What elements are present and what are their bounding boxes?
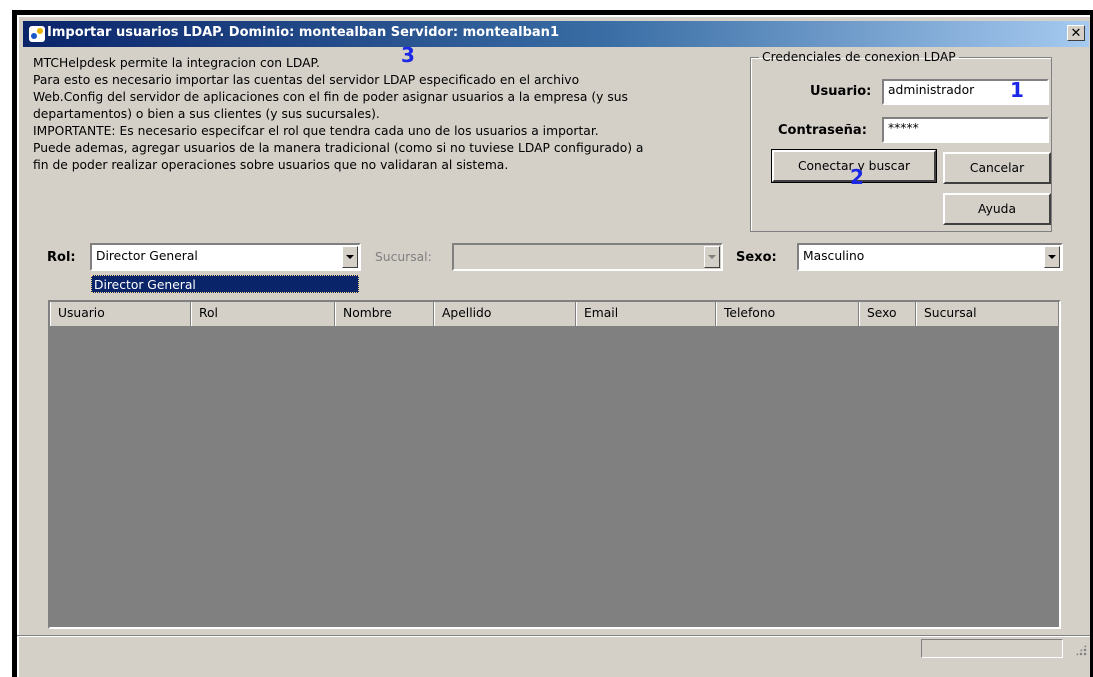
info-text: MTCHelpdesk permite la integracion con L… xyxy=(33,55,753,174)
info-line: Puede ademas, agregar usuarios de la man… xyxy=(33,141,644,155)
rol-value: Director General xyxy=(96,249,198,263)
rol-dropdown-option[interactable]: Director General xyxy=(91,275,359,293)
app-icon xyxy=(29,26,45,42)
annotation-1: 1 xyxy=(1010,78,1024,102)
annotation-3: 3 xyxy=(401,43,415,67)
column-header-telefono[interactable]: Telefono xyxy=(716,302,859,326)
info-line: Para esto es necesario importar las cuen… xyxy=(33,73,580,87)
info-line: departamentos) o bien a sus clientes (y … xyxy=(33,107,380,121)
password-input[interactable]: ***** xyxy=(882,117,1049,143)
status-panel xyxy=(921,639,1063,658)
close-icon: ✕ xyxy=(1070,26,1082,41)
column-header-apellido[interactable]: Apellido xyxy=(434,302,576,326)
user-input[interactable]: administrador xyxy=(882,79,1049,105)
sucursal-label: Sucursal: xyxy=(375,250,432,264)
status-bar xyxy=(17,635,1091,658)
credentials-legend: Credenciales de conexion LDAP xyxy=(762,50,956,64)
sexo-label: Sexo: xyxy=(736,250,777,265)
sexo-select[interactable]: Masculino xyxy=(797,243,1063,271)
close-button[interactable]: ✕ xyxy=(1067,25,1085,41)
column-header-nombre[interactable]: Nombre xyxy=(335,302,434,326)
grid-header: Usuario Rol Nombre Apellido Email Telefo… xyxy=(50,302,1059,326)
rol-label: Rol: xyxy=(47,250,76,265)
info-line: fin de poder realizar operaciones sobre … xyxy=(33,158,509,172)
help-button[interactable]: Ayuda xyxy=(943,193,1051,225)
cancel-button[interactable]: Cancelar xyxy=(943,152,1051,184)
resize-grip-icon[interactable] xyxy=(1075,644,1087,656)
info-line: MTCHelpdesk permite la integracion con L… xyxy=(33,56,320,70)
window-title: Importar usuarios LDAP. Dominio: monteal… xyxy=(47,25,559,40)
annotation-2: 2 xyxy=(850,165,864,189)
chevron-down-icon[interactable] xyxy=(342,246,358,268)
column-header-sucursal[interactable]: Sucursal xyxy=(916,302,1059,326)
info-line: IMPORTANTE: Es necesario especifcar el r… xyxy=(33,124,599,138)
sucursal-select xyxy=(452,243,723,271)
user-label: Usuario: xyxy=(810,84,872,99)
info-line: Web.Config del servidor de aplicaciones … xyxy=(33,90,628,104)
chevron-down-icon xyxy=(704,246,720,268)
user-value: administrador xyxy=(888,83,975,97)
rol-select[interactable]: Director General xyxy=(90,243,361,271)
chevron-down-icon[interactable] xyxy=(1044,246,1060,268)
users-grid[interactable]: Usuario Rol Nombre Apellido Email Telefo… xyxy=(48,300,1061,629)
sexo-value: Masculino xyxy=(803,249,865,263)
title-bar[interactable]: Importar usuarios LDAP. Dominio: monteal… xyxy=(23,21,1089,47)
column-header-usuario[interactable]: Usuario xyxy=(50,302,191,326)
password-label: Contraseña: xyxy=(778,123,867,138)
column-header-sexo[interactable]: Sexo xyxy=(859,302,916,326)
password-value: ***** xyxy=(888,121,919,135)
column-header-email[interactable]: Email xyxy=(576,302,716,326)
column-header-rol[interactable]: Rol xyxy=(191,302,335,326)
